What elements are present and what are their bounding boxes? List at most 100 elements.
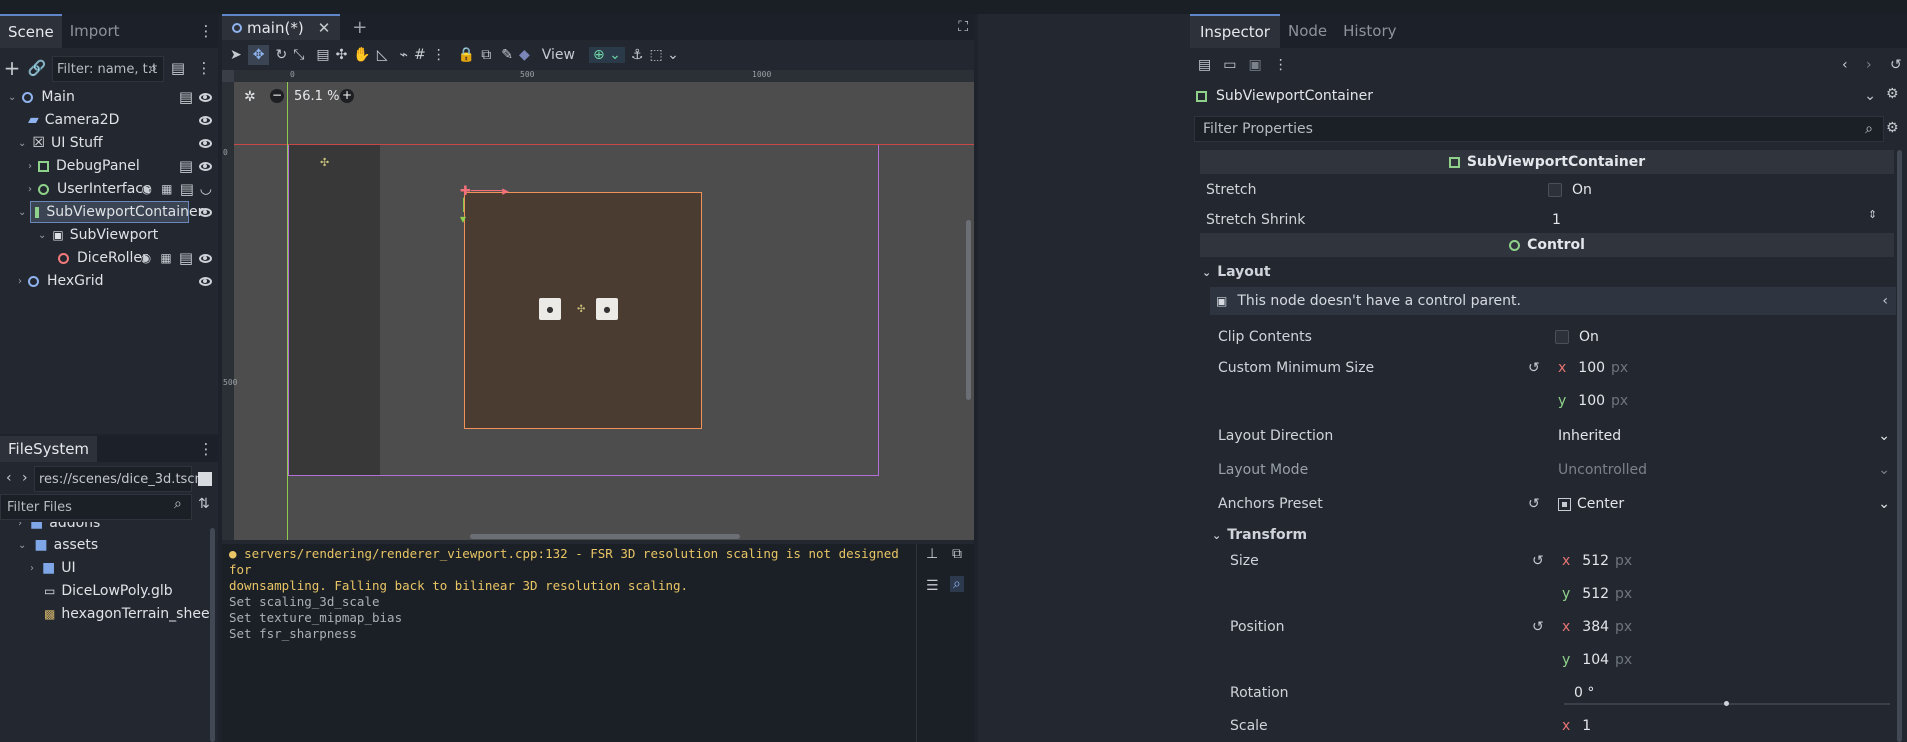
property-settings-icon[interactable]: ⚙ [1886,120,1899,136]
layout-direction-select[interactable]: Inherited ⌄ [1558,428,1890,444]
zoom-level[interactable]: 56.1 % [294,89,339,104]
sort-icon[interactable]: ⇅ [198,496,210,512]
zoom-in-icon[interactable]: + [340,89,354,103]
signal-icon[interactable]: ◉ [139,248,153,268]
section-subviewportcontainer[interactable]: SubViewportContainer [1200,150,1894,174]
open-folder-icon[interactable]: ▭ [1223,57,1236,73]
filter-properties-input[interactable]: Filter Properties ⌕ [1194,116,1884,142]
lock-icon[interactable]: 🔒 [458,47,475,63]
clapper-icon[interactable]: ▦ [160,179,174,199]
visibility-icon[interactable] [199,276,212,286]
rotation-slider[interactable]: 0 ° [1574,685,1890,701]
group-transform[interactable]: ⌄ Transform [1212,521,1307,549]
object-tools-icon[interactable]: ⚙ [1886,86,1899,102]
rotation-slider-track[interactable] [1564,701,1890,706]
visibility-icon[interactable] [199,92,212,102]
canvas[interactable]: 0 500 1000 0 500 ✲ − 56.1 % + ✣ ● ● ✣ ✚─… [222,70,974,540]
script-icon[interactable]: ▤ [179,248,193,268]
position-y[interactable]: y 104 px [1562,652,1632,668]
tab-import[interactable]: Import [62,14,128,48]
tab-node[interactable]: Node [1280,14,1335,48]
dock-menu-icon[interactable]: ⋮ [196,21,216,41]
inspector-scrollbar[interactable] [1897,150,1902,742]
prev-object-icon[interactable]: ‹ [1842,57,1848,73]
script-icon[interactable]: ▤ [179,156,193,176]
script-icon[interactable]: ▤ [180,179,194,199]
preview-icon[interactable]: ⬚ ⌄ [649,47,678,63]
position-x[interactable]: x 384 px [1562,619,1632,635]
bone-icon[interactable]: ✎ [501,47,513,63]
copy-output-icon[interactable]: ⧉ [952,546,962,562]
tab-history[interactable]: History [1335,14,1404,48]
revert-icon[interactable]: ↺ [1532,619,1544,635]
tree-menu-icon[interactable]: ⋮ [194,58,214,78]
grid-snap-icon[interactable]: # [414,47,426,63]
view-menu[interactable]: View [542,47,575,63]
save-icon[interactable]: ▣ [1248,57,1261,73]
visibility-icon[interactable] [199,253,212,263]
pivot-icon[interactable]: ✣ [336,47,348,63]
camera-override-icon[interactable]: ◆ [519,47,530,63]
move-tool-icon[interactable]: ✥ [247,45,270,65]
move-gizmo-x-icon[interactable]: ✚────▸ [460,184,509,199]
size-x[interactable]: x 512 px [1562,553,1632,569]
visibility-icon[interactable] [199,138,212,148]
size-y[interactable]: y 512 px [1562,586,1632,602]
checkbox[interactable] [1555,330,1569,344]
script-icon[interactable]: ▤ [168,58,188,78]
group-layout[interactable]: ⌄ Layout [1202,258,1271,286]
smart-snap-icon[interactable]: ⌁ [400,47,408,63]
visibility-icon[interactable] [199,115,212,125]
history-icon[interactable]: ↺ [1890,57,1902,73]
center-view-icon[interactable]: ✲ [244,89,256,105]
min-size-x[interactable]: x 100 px [1558,360,1628,376]
next-object-icon[interactable]: › [1866,57,1872,73]
canvas-vscrollbar[interactable] [966,220,971,400]
min-size-y[interactable]: y 100 px [1558,393,1628,409]
add-node-icon[interactable]: + [2,56,22,80]
back-arrow-icon[interactable]: ‹ [6,470,12,486]
revert-icon[interactable]: ↺ [1528,496,1540,512]
clapper-icon[interactable]: ▦ [159,248,173,268]
new-tab-icon[interactable]: + [352,17,367,38]
signal-icon[interactable]: ◉ [140,179,154,199]
tree-item-hexgrid[interactable]: › HexGrid [0,268,218,294]
anchor-icon[interactable]: ⚓ [631,47,644,63]
ruler-tool-icon[interactable]: ◺ [377,47,388,63]
align-icon[interactable]: ▤ [316,47,329,63]
scale-tool-icon[interactable]: ⤡ [293,47,304,63]
path-input[interactable]: res://scenes/dice_3d.tscn [34,466,203,492]
forward-arrow-icon[interactable]: › [22,470,28,486]
tab-inspector[interactable]: Inspector [1190,14,1280,48]
checkbox[interactable] [1548,183,1562,197]
rotate-tool-icon[interactable]: ↻ [275,47,287,63]
move-gizmo-y-icon[interactable]: │ ▾ [460,198,467,226]
group-icon[interactable]: ⧉ [481,47,491,63]
visibility-icon[interactable] [199,161,212,171]
link-icon[interactable]: 🔗 [27,58,47,78]
anchors-preset-select[interactable]: Center ⌄ [1558,496,1890,512]
position-anchor-icon[interactable]: ⊕ ⌄ [588,47,625,63]
resource-menu-icon[interactable]: ⋮ [1274,57,1288,73]
tab-scene[interactable]: Scene [0,14,62,48]
canvas-hscrollbar[interactable] [470,534,740,539]
spinbox-arrows-icon[interactable]: ⇕ [1868,208,1877,221]
select-tool-icon[interactable]: ➤ [230,47,242,63]
stretch-shrink-spinbox[interactable]: 1 [1552,212,1561,228]
pan-tool-icon[interactable]: ✋ [353,47,370,63]
revert-icon[interactable]: ↺ [1528,360,1540,376]
hidden-icon[interactable]: ◡ [200,181,212,197]
tab-main-scene[interactable]: main(*) ✕ [222,14,341,40]
section-control[interactable]: Control [1200,233,1894,257]
visibility-icon[interactable] [199,207,212,217]
search-output-icon[interactable]: ⌕ [950,576,964,592]
fs-item-hexterrain[interactable]: ▩ hexagonTerrain_sheet.png [0,601,210,627]
filter-files-input[interactable]: Filter Files [0,494,192,520]
zoom-out-icon[interactable]: − [270,89,284,103]
distraction-free-icon[interactable]: ⛶ [958,19,968,35]
scale-x[interactable]: x1 [1562,718,1591,734]
stretch-toggle[interactable]: On [1548,182,1592,198]
clip-toggle[interactable]: On [1555,329,1599,345]
new-resource-icon[interactable]: ▤ [1198,57,1211,73]
chevron-left-icon[interactable]: ‹ [1882,293,1888,309]
